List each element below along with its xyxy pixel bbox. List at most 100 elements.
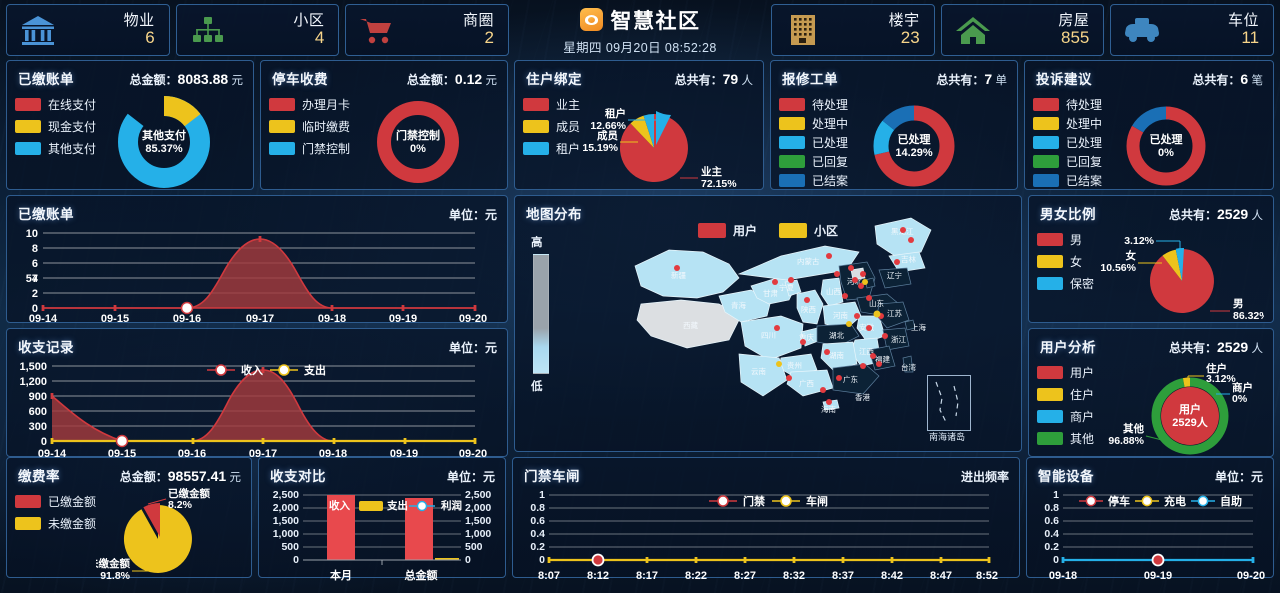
svg-text:甘肃: 甘肃 xyxy=(763,288,778,298)
pie-chart-gender[interactable]: 3.12% 女 10.56% 男 86.32% xyxy=(1094,225,1273,327)
donut-center-value: 85.37% xyxy=(145,143,183,155)
legend-item[interactable]: 其他 xyxy=(1037,430,1094,447)
datetime-display: 星期四 09月20日 08:52:28 xyxy=(563,40,717,55)
highlight-point xyxy=(1151,553,1165,567)
china-map[interactable]: 新疆西藏 青海甘肃 内蒙古宁夏 陕西山西 河北山东 河南四川 重庆湖北 安徽江苏… xyxy=(611,212,1017,449)
header-card-buildings[interactable]: 楼宇 23 xyxy=(771,4,935,56)
legend-item[interactable]: 待处理 xyxy=(779,96,848,113)
svg-text:8: 8 xyxy=(32,243,38,255)
legend-item[interactable]: 已回复 xyxy=(1033,153,1102,170)
legend-item[interactable]: 保密 xyxy=(1037,275,1094,292)
chart-legend[interactable]: 停车 充电 自助 xyxy=(1079,494,1242,508)
pie-chart-resident-binding[interactable]: 租户 12.66% 成员 15.19% 业主 72.15% xyxy=(580,90,763,194)
legend-item[interactable]: 已结案 xyxy=(1033,172,1102,189)
legend-swatch xyxy=(1033,117,1059,130)
legend-item[interactable]: 处理中 xyxy=(1033,115,1102,132)
panel-resident-binding-pie: 住户绑定 总共有：79 人 业主 成员 租户 租户 12.66% 成员 15.1… xyxy=(514,60,764,190)
svg-text:河南: 河南 xyxy=(833,310,848,320)
chart-legend[interactable]: 收入 支出 利润 xyxy=(329,499,462,512)
donut-chart-repair-orders[interactable]: 已处理 14.29% xyxy=(848,90,1017,194)
legend-swatch xyxy=(15,517,41,530)
svg-text:1,500: 1,500 xyxy=(19,361,47,373)
meta-unit: 人 xyxy=(1251,210,1264,222)
legend-label: 已结案 xyxy=(812,174,849,188)
legend-item[interactable]: 办理月卡 xyxy=(269,96,350,113)
legend-item[interactable]: 租户 xyxy=(523,140,580,157)
panel-title: 收支记录 xyxy=(18,340,74,355)
legend-item[interactable]: 在线支付 xyxy=(15,96,96,113)
panel-title: 男女比例 xyxy=(1040,207,1096,222)
legend-item[interactable]: 其他支付 xyxy=(15,140,96,157)
header-card-community[interactable]: 小区 4 xyxy=(175,4,340,56)
legend-item[interactable]: 已缴金额 xyxy=(15,493,96,510)
header-card-label: 车位 xyxy=(1228,11,1260,29)
svg-text:09-17: 09-17 xyxy=(246,313,274,325)
legend-label: 其他支付 xyxy=(48,142,97,156)
legend-item[interactable]: 处理中 xyxy=(779,115,848,132)
map-visual-scale[interactable]: 高 低 xyxy=(527,234,601,394)
legend-item[interactable]: 现金支付 xyxy=(15,118,96,135)
svg-text:2,500: 2,500 xyxy=(273,489,299,501)
legend-item[interactable]: 成员 xyxy=(523,118,580,135)
legend-item[interactable]: 男 xyxy=(1037,231,1094,248)
bar-chart-income-expense[interactable]: 2,500 2,000 1,500 1,000 500 0 2,500 2,000 1,… xyxy=(259,487,505,590)
header-card-property[interactable]: 物业 6 xyxy=(6,4,170,56)
legend-item[interactable]: 业主 xyxy=(523,96,580,113)
legend-swatch xyxy=(15,142,41,155)
panel-income-expense-line: 收支记录 单位：元 1,500 1,200 900 600 300 0 收入 支… xyxy=(6,328,508,460)
legend-item[interactable]: 门禁控制 xyxy=(269,140,350,157)
legend-label: 业主 xyxy=(556,98,581,112)
legend-item[interactable]: 已结案 xyxy=(779,172,848,189)
meta-label: 总共有： xyxy=(1168,341,1217,355)
donut-center-value: 14.29% xyxy=(895,147,933,159)
panel-unit: 单位：元 xyxy=(448,208,497,222)
donut-chart-complaints[interactable]: 已处理 0% xyxy=(1102,90,1273,194)
donut-chart-user-analysis[interactable]: 用户 2529人 住户 3.12% 商户 0% 其他 96.88% xyxy=(1094,358,1273,461)
header-card-business-district[interactable]: 商圈 2 xyxy=(345,4,510,56)
header-card-value: 2 xyxy=(484,27,495,47)
dashboard-header: 物业 6 小区 4 商圈 2 智慧社区 星期四 09月20日 08:52:28 … xyxy=(0,0,1280,60)
legend-item[interactable]: 待处理 xyxy=(1033,96,1102,113)
legend-item[interactable]: 已处理 xyxy=(1033,134,1102,151)
org-tree-icon xyxy=(189,11,227,49)
header-card-parking-spaces[interactable]: 车位 11 xyxy=(1110,4,1275,56)
legend-label: 商户 xyxy=(1070,410,1095,424)
header-card-houses[interactable]: 房屋 855 xyxy=(940,4,1105,56)
panel-paid-bill-donut: 已缴账单 总金额：8083.88 元 在线支付 现金支付 其他支付 其他支付 8… xyxy=(6,60,254,190)
panel-map-distribution: 地图分布 用户 小区 高 低 新疆 西藏 青海 甘肃 内蒙古 宁夏 陕西 山西 … xyxy=(514,195,1022,452)
header-card-value: 6 xyxy=(145,27,155,47)
svg-text:09-20: 09-20 xyxy=(459,313,487,325)
legend-item[interactable]: 商户 xyxy=(1037,408,1094,425)
legend-label: 收入 xyxy=(329,499,350,512)
legend-item[interactable]: 已处理 xyxy=(779,134,848,151)
line-chart-gate-barrier[interactable]: 1 0.8 0.6 0.4 0.2 0 门禁 车闸 8:07 8:12 8:17… xyxy=(513,487,1019,590)
scale-gradient-bar[interactable] xyxy=(533,254,549,374)
legend-item[interactable]: 临时缴费 xyxy=(269,118,350,135)
meta-label: 总共有： xyxy=(674,73,723,87)
legend-item[interactable]: 住户 xyxy=(1037,386,1094,403)
legend-item[interactable]: 未缴金额 xyxy=(15,515,96,532)
donut-chart-parking-fee[interactable]: 门禁控制 0% xyxy=(350,90,507,194)
panel-total: 总金额：0.12 元 xyxy=(407,71,497,88)
donut-chart-paid-bill[interactable]: 其他支付 85.37% xyxy=(96,90,253,194)
svg-text:0.2: 0.2 xyxy=(530,541,545,553)
area-chart-paid-bill[interactable]: 10 8 6 57 4 2 0 09-14 09-15 09-16 09-17 … xyxy=(7,225,507,330)
svg-text:江苏: 江苏 xyxy=(887,308,902,318)
pie-chart-payment-rate[interactable]: 已缴金额 8.2% 未缴金额 91.8% xyxy=(87,487,251,582)
bar-category: 本月 xyxy=(330,568,352,582)
legend-swatch xyxy=(523,98,549,111)
legend-item[interactable]: 女 xyxy=(1037,253,1094,270)
panel-title: 缴费率 xyxy=(18,469,60,484)
area-chart-income-expense[interactable]: 1,500 1,200 900 600 300 0 收入 支出 09-14 09… xyxy=(7,358,507,465)
chart-legend[interactable]: 门禁 车闸 xyxy=(709,494,828,508)
legend-label: 未缴金额 xyxy=(48,517,97,531)
legend-item[interactable]: 用户 xyxy=(1037,364,1094,381)
panel-title: 投诉建议 xyxy=(1036,72,1092,87)
svg-text:600: 600 xyxy=(29,406,47,418)
panel-total: 总共有：6 笔 xyxy=(1192,71,1263,88)
line-chart-smart-device[interactable]: 1 0.8 0.6 0.4 0.2 0 停车 充电 自助 09-18 09-19… xyxy=(1027,487,1273,590)
svg-text:8:27: 8:27 xyxy=(734,570,756,582)
meta-label: 总金额： xyxy=(406,73,455,87)
panel-payment-rate-pie: 缴费率 总金额：98557.41 元 已缴金额 未缴金额 已缴金额 8.2% 缴… xyxy=(6,457,252,582)
legend-item[interactable]: 已回复 xyxy=(779,153,848,170)
